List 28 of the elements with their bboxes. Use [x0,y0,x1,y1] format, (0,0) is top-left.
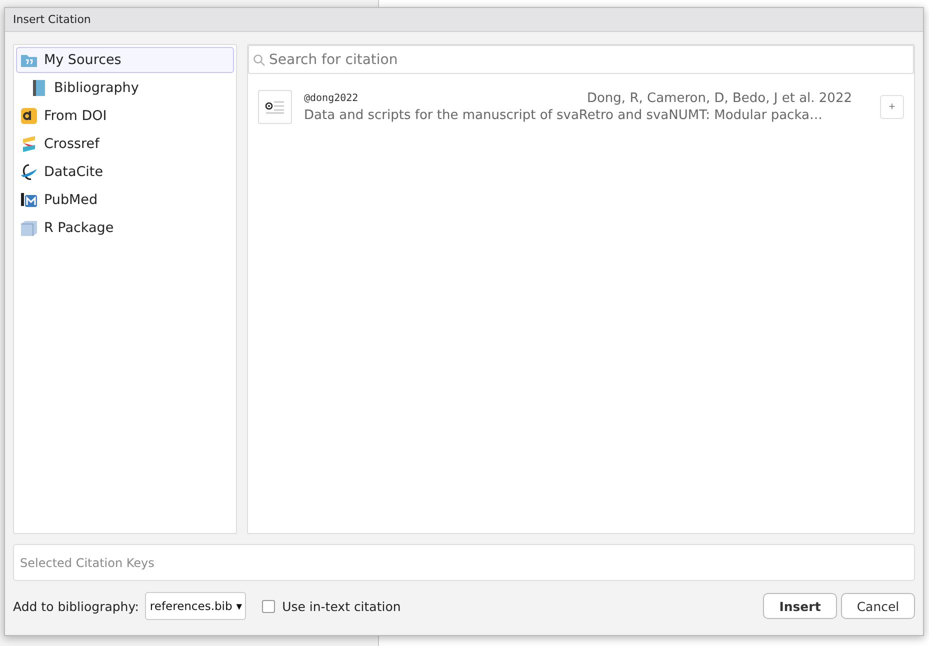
citation-title: Data and scripts for the manuscript of svaRetro and svaNUMT: Modular packa… [304,108,824,123]
citation-authors: Dong, R, Cameron, D, Bedo, J et al. 2022 [586,91,852,106]
crossref-icon [20,135,38,153]
dialog-title: Insert Citation [13,13,91,26]
in-text-label: Use in-text citation [282,598,401,614]
book-icon [30,79,48,97]
doi-icon [20,107,38,125]
source-item[interactable]: From DOI [16,103,234,129]
source-item[interactable]: PubMed [16,187,234,213]
insert-button[interactable]: Insert [763,593,837,619]
citation-keys-field[interactable]: Selected Citation Keys [13,544,915,581]
citation-key: @dong2022 [304,93,358,104]
add-citation-button[interactable]: + [880,95,904,119]
package-box-icon [20,219,38,237]
search-field[interactable]: Search for citation [248,45,914,74]
source-item[interactable]: DataCite [16,159,234,185]
bibliography-select[interactable]: references.bib ▾ [144,592,246,620]
pubmed-icon [20,191,38,209]
search-icon [253,54,265,66]
source-item[interactable]: Bibliography [16,75,234,101]
in-text-checkbox[interactable] [262,600,276,612]
citation-document-icon [258,90,292,124]
source-item[interactable]: Crossref [16,131,234,157]
bibliography-label: Add to bibliography: [13,598,139,614]
cancel-button[interactable]: Cancel [841,593,915,619]
datacite-icon [20,163,38,181]
source-item[interactable]: My Sources [16,47,234,73]
source-item[interactable]: R Package [16,215,234,241]
